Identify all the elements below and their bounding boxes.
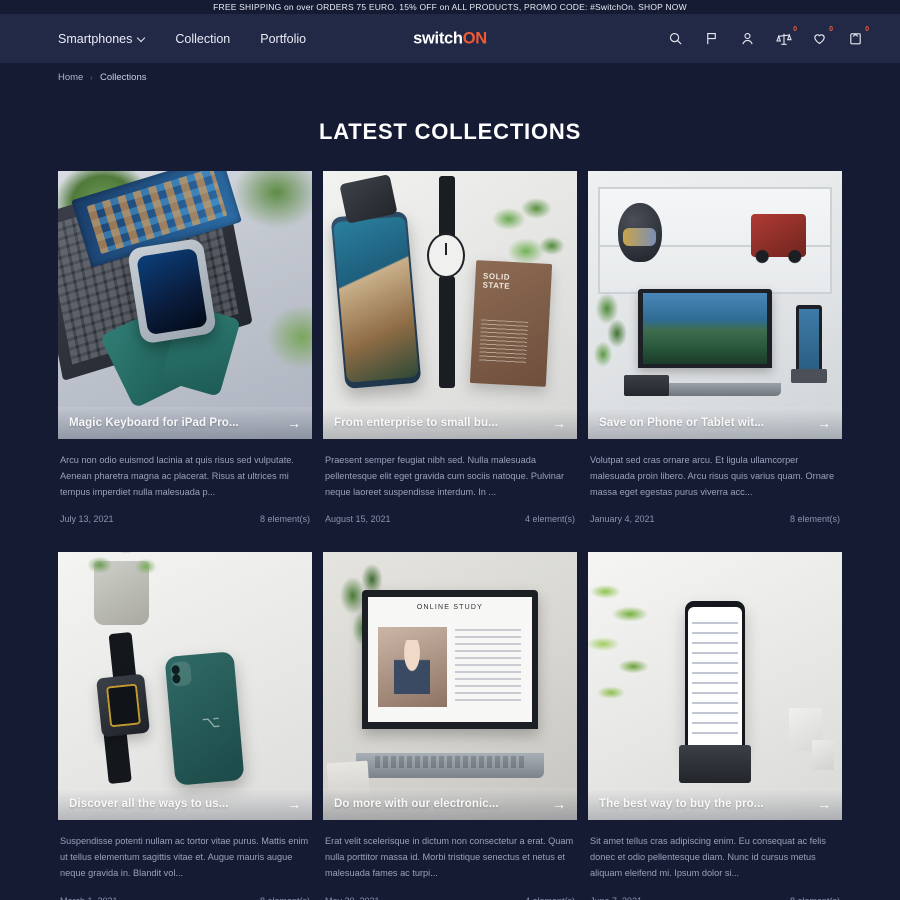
collection-element-count: 8 element(s) — [789, 514, 840, 525]
user-account-icon[interactable] — [739, 30, 756, 47]
collection-title: Magic Keyboard for iPad Pro... — [69, 417, 239, 429]
collection-card[interactable]: Discover all the ways to us... → Suspend… — [58, 552, 312, 900]
collection-meta: June 7, 2021 8 element(s) — [588, 882, 842, 900]
site-logo[interactable]: switchON — [413, 29, 487, 48]
arrow-right-icon[interactable]: → — [552, 416, 566, 430]
arrow-right-icon[interactable]: → — [552, 797, 566, 811]
collection-element-count: 8 element(s) — [790, 896, 840, 900]
collections-grid: Magic Keyboard for iPad Pro... → Arcu no… — [58, 171, 842, 900]
collection-description: Erat velit scelerisque in dictum non con… — [325, 836, 574, 879]
collection-element-count: 4 element(s) — [525, 896, 575, 900]
breadcrumb-current: Collections — [100, 71, 147, 83]
collection-title-overlay: Do more with our electronic... → — [323, 788, 577, 821]
nav-item-label: Portfolio — [260, 31, 307, 46]
search-icon[interactable] — [667, 30, 684, 47]
collection-image-online-study: ONLINE STUDY — [323, 552, 577, 821]
collection-thumbnail[interactable]: From enterprise to small bu... → — [323, 171, 577, 439]
collection-date: June 7, 2021 — [590, 896, 642, 900]
collection-image-enterprise — [323, 171, 577, 439]
main-navigation: Smartphones Collection Portfolio — [58, 32, 306, 46]
arrow-right-icon[interactable]: → — [287, 797, 301, 811]
breadcrumb-bar: Home › Collections — [0, 63, 900, 91]
collection-title: The best way to buy the pro... — [599, 798, 764, 811]
page-content: LATEST COLLECTIONS Magic Keyboard for iP… — [0, 91, 900, 900]
collection-description: Suspendisse potenti nullam ac tortor vit… — [60, 836, 309, 879]
collection-image-magic-keyboard — [58, 171, 312, 439]
collection-date: January 4, 2021 — [590, 514, 655, 525]
nav-item-collection[interactable]: Collection — [175, 32, 230, 46]
collection-title: From enterprise to small bu... — [334, 417, 499, 429]
collection-title-overlay: From enterprise to small bu... → — [323, 407, 577, 439]
logo-text-accent: ON — [462, 29, 487, 47]
collection-meta: January 4, 2021 8 element(s) — [588, 500, 842, 524]
collection-thumbnail[interactable]: Magic Keyboard for iPad Pro... → — [58, 171, 312, 439]
arrow-right-icon[interactable]: → — [817, 416, 831, 430]
arrow-right-icon[interactable]: → — [817, 797, 831, 811]
compare-icon[interactable]: 0 — [775, 26, 797, 47]
collection-meta: March 1, 2021 8 element(s) — [58, 882, 312, 900]
collection-title-overlay: The best way to buy the pro... → — [588, 788, 842, 821]
collection-image-best-way-buy — [588, 552, 842, 821]
collection-thumbnail[interactable]: The best way to buy the pro... → — [588, 552, 842, 821]
logo-text-primary: switch — [413, 29, 463, 47]
site-header: Smartphones Collection Portfolio switchO… — [0, 14, 900, 63]
collection-title: Do more with our electronic... — [334, 798, 499, 811]
collection-element-count: 8 element(s) — [260, 896, 310, 900]
collection-card[interactable]: ONLINE STUDY Do more with our electronic… — [323, 552, 577, 900]
collection-date: March 1, 2021 — [60, 896, 118, 900]
wishlist-count-badge: 0 — [829, 26, 833, 33]
header-icon-group: 0 0 0 — [667, 26, 869, 47]
collection-meta: July 13, 2021 8 element(s) — [58, 500, 312, 524]
collection-description: Arcu non odio euismod lacinia at quis ri… — [60, 455, 294, 497]
cart-count-badge: 0 — [865, 26, 869, 33]
collection-meta: May 20, 2021 4 element(s) — [323, 882, 577, 900]
wishlist-heart-icon[interactable]: 0 — [811, 26, 833, 47]
compare-count-badge: 0 — [793, 26, 797, 33]
chevron-down-icon — [138, 35, 145, 42]
collection-description: Sit amet tellus cras adipiscing enim. Eu… — [590, 836, 826, 879]
collection-description: Volutpat sed cras ornare arcu. Et ligula… — [590, 455, 835, 497]
collection-card[interactable]: The best way to buy the pro... → Sit ame… — [588, 552, 842, 900]
collection-image-phone-tablet — [588, 171, 842, 439]
collection-thumbnail[interactable]: ONLINE STUDY Do more with our electronic… — [323, 552, 577, 821]
collection-title: Discover all the ways to us... — [69, 798, 229, 811]
nav-item-label: Smartphones — [58, 31, 133, 46]
collection-date: May 20, 2021 — [325, 896, 380, 900]
page-title: LATEST COLLECTIONS — [318, 119, 582, 144]
collection-card[interactable]: Magic Keyboard for iPad Pro... → Arcu no… — [58, 171, 312, 524]
breadcrumb-separator-icon: › — [90, 72, 93, 82]
collection-title-overlay: Magic Keyboard for iPad Pro... → — [58, 407, 312, 439]
collection-date: July 13, 2021 — [60, 514, 114, 525]
nav-item-label: Collection — [175, 31, 231, 46]
collection-date: August 15, 2021 — [325, 514, 391, 525]
collection-thumbnail[interactable]: Save on Phone or Tablet wit... → — [588, 171, 842, 439]
collection-meta: August 15, 2021 4 element(s) — [323, 500, 577, 524]
breadcrumb: Home › Collections — [58, 72, 146, 83]
collection-element-count: 8 element(s) — [259, 514, 310, 525]
collection-title: Save on Phone or Tablet wit... — [599, 417, 765, 429]
promo-banner[interactable]: FREE SHIPPING on over ORDERS 75 EURO. 15… — [0, 0, 900, 14]
collection-image-discover-ways — [58, 552, 312, 821]
collection-card[interactable]: From enterprise to small bu... → Praesen… — [323, 171, 577, 524]
nav-item-portfolio[interactable]: Portfolio — [260, 32, 306, 46]
collection-card[interactable]: Save on Phone or Tablet wit... → Volutpa… — [588, 171, 842, 524]
arrow-right-icon[interactable]: → — [287, 416, 301, 430]
collection-title-overlay: Discover all the ways to us... → — [58, 788, 312, 821]
collection-title-overlay: Save on Phone or Tablet wit... → — [588, 407, 842, 439]
promo-banner-text: FREE SHIPPING on over ORDERS 75 EURO. 15… — [213, 2, 687, 12]
collection-element-count: 4 element(s) — [524, 514, 575, 525]
collection-description: Praesent semper feugiat nibh sed. Nulla … — [325, 455, 565, 497]
breadcrumb-home-link[interactable]: Home — [58, 72, 83, 83]
shopping-bag-icon[interactable]: 0 — [847, 26, 869, 47]
nav-item-smartphones[interactable]: Smartphones — [58, 32, 145, 46]
flag-icon[interactable] — [703, 30, 720, 47]
collection-thumbnail[interactable]: Discover all the ways to us... → — [58, 552, 312, 821]
